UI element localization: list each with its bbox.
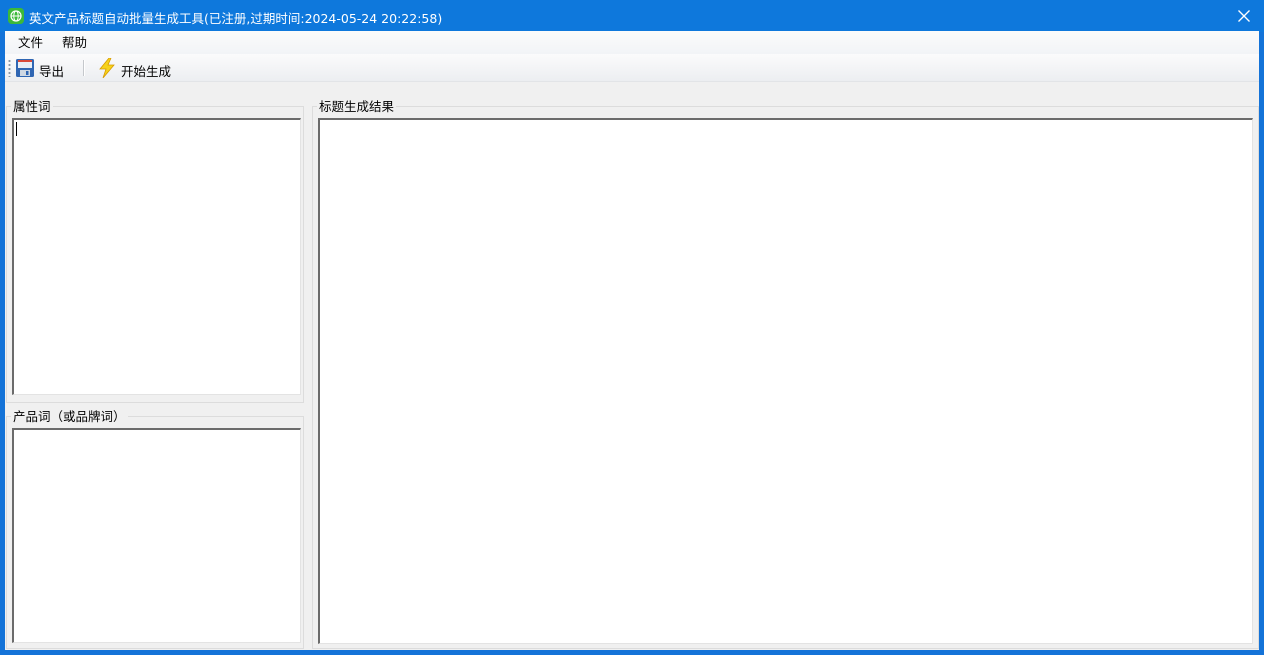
start-generate-label: 开始生成 bbox=[121, 64, 172, 79]
attributes-title: 属性词 bbox=[11, 99, 53, 114]
title-bar[interactable]: 英文产品标题自动批量生成工具(已注册,过期时间:2024-05-24 20:22… bbox=[0, 0, 1264, 32]
globe-icon bbox=[8, 8, 24, 24]
toolbar-separator bbox=[83, 60, 84, 76]
window-title: 英文产品标题自动批量生成工具(已注册,过期时间:2024-05-24 20:22… bbox=[29, 11, 443, 26]
products-group: 产品词（或品牌词） bbox=[6, 409, 304, 649]
app-window: 英文产品标题自动批量生成工具(已注册,过期时间:2024-05-24 20:22… bbox=[0, 0, 1264, 655]
export-label: 导出 bbox=[39, 64, 65, 79]
products-title: 产品词（或品牌词） bbox=[11, 409, 128, 424]
results-output[interactable] bbox=[318, 118, 1253, 644]
products-input[interactable] bbox=[12, 428, 301, 643]
menu-bar: 文件 帮助 bbox=[5, 31, 1259, 54]
menu-file[interactable]: 文件 bbox=[12, 34, 49, 52]
attributes-group: 属性词 bbox=[6, 99, 304, 403]
client-area: 文件 帮助 导出 开始生成 属性词 产品词（或品牌词） 标题生成结果 bbox=[5, 31, 1259, 650]
results-title: 标题生成结果 bbox=[317, 99, 397, 114]
export-button[interactable]: 导出 bbox=[15, 56, 75, 80]
close-button[interactable] bbox=[1224, 0, 1264, 32]
menu-help[interactable]: 帮助 bbox=[56, 34, 93, 52]
floppy-disk-icon bbox=[15, 58, 35, 78]
results-group: 标题生成结果 bbox=[312, 99, 1259, 649]
text-caret bbox=[16, 122, 17, 136]
toolbar-grip[interactable] bbox=[8, 59, 11, 77]
toolbar: 导出 开始生成 bbox=[5, 54, 1259, 82]
close-icon bbox=[1238, 10, 1250, 22]
attributes-input[interactable] bbox=[12, 118, 301, 395]
start-generate-button[interactable]: 开始生成 bbox=[97, 56, 177, 80]
lightning-icon bbox=[97, 57, 117, 79]
